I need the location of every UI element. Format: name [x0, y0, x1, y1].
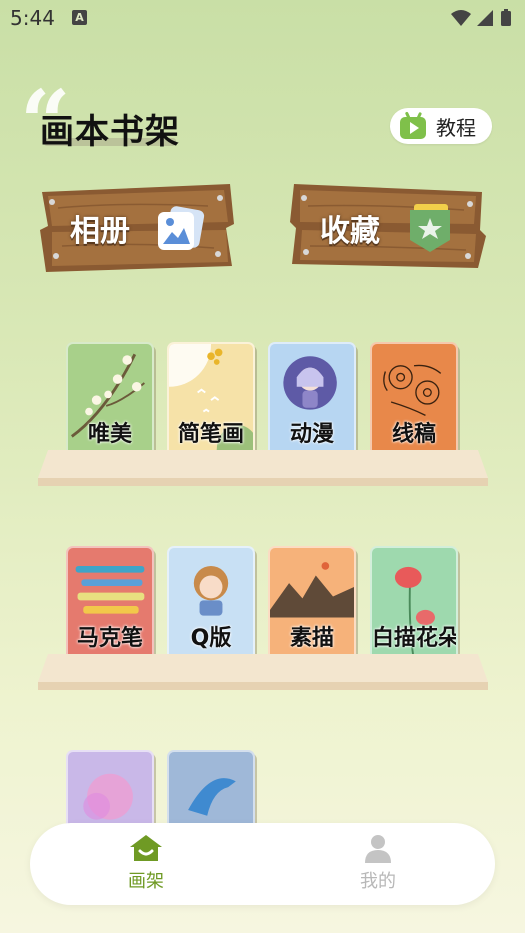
status-time: 5:44 — [10, 6, 55, 30]
category-book-sketch[interactable]: 素描 — [268, 546, 356, 668]
nav-profile-label: 我的 — [360, 871, 396, 892]
category-label: 简笔画 — [177, 422, 244, 447]
nav-profile-tab[interactable]: 我的 — [318, 831, 438, 897]
photo-album-icon — [158, 206, 205, 250]
album-sign-button[interactable]: 相册 — [38, 180, 236, 274]
video-play-icon — [400, 111, 426, 139]
wood-board — [40, 184, 234, 272]
notification-icon: A — [72, 10, 87, 25]
signal-icon — [477, 10, 493, 26]
category-book-line-art[interactable]: 线稿 — [370, 342, 458, 464]
star-badge-icon — [410, 204, 450, 252]
category-book-beautiful[interactable]: 唯美 — [66, 342, 154, 464]
favorites-sign-button[interactable]: 收藏 — [288, 180, 486, 274]
category-label: 唯美 — [87, 422, 132, 447]
category-label: 白描花朵 — [372, 626, 458, 651]
tutorial-button[interactable]: 教程 — [390, 108, 492, 144]
album-label: 相册 — [70, 214, 130, 249]
category-book-anime[interactable]: 动漫 — [268, 342, 356, 464]
tutorial-label: 教程 — [436, 115, 476, 140]
shelf — [38, 450, 488, 486]
status-bar: 5:44 A — [0, 0, 525, 36]
wifi-icon — [451, 10, 471, 26]
category-label: 素描 — [289, 626, 334, 651]
category-label: 动漫 — [289, 422, 334, 447]
nav-home-label: 画架 — [128, 871, 164, 892]
page-title: 画本书架 — [40, 112, 180, 152]
wood-board — [290, 184, 486, 268]
category-book-marker[interactable]: 马克笔 — [66, 546, 154, 668]
favorites-label: 收藏 — [320, 214, 380, 249]
nav-home-tab[interactable]: 画架 — [86, 831, 206, 897]
home-icon — [130, 835, 162, 861]
category-label: 马克笔 — [76, 626, 143, 651]
system-status-icons — [451, 9, 511, 26]
category-label: Q版 — [190, 626, 232, 651]
category-book-simple-drawing[interactable]: 简笔画 — [167, 342, 255, 464]
user-icon — [365, 835, 391, 863]
shelf — [38, 654, 488, 690]
category-label: 线稿 — [391, 422, 436, 447]
bottom-nav: 画架 我的 — [30, 823, 495, 905]
battery-icon — [501, 11, 511, 26]
category-book-white-flowers[interactable]: 白描花朵 — [370, 546, 458, 668]
category-book-chibi[interactable]: Q版 — [167, 546, 255, 668]
